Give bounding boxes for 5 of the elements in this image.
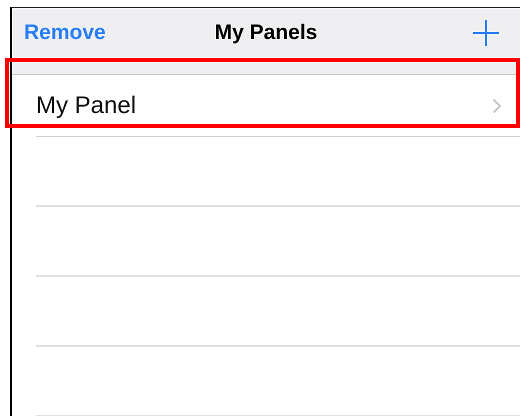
nav-title: My Panels	[214, 21, 318, 45]
chevron-icon	[492, 98, 502, 114]
add-icon[interactable]	[472, 19, 500, 47]
list-row[interactable]: My Panel	[12, 75, 520, 137]
row-label: My Panel	[36, 92, 136, 120]
